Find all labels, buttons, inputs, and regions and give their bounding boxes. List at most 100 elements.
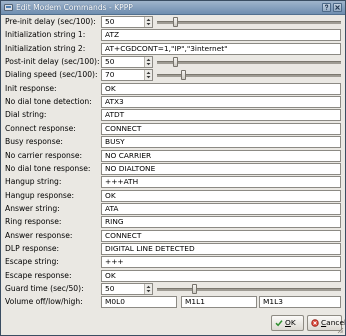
no-dial-tone-detection-label: No dial tone detection: <box>5 97 92 107</box>
guard-time-spinbox[interactable]: 50 <box>101 283 153 295</box>
ok-button[interactable]: OK <box>271 315 304 331</box>
cancel-icon <box>311 319 319 327</box>
resize-grip-icon[interactable] <box>337 327 344 334</box>
initialization-string-1-row: Initialization string 1: ATZ <box>1 29 345 42</box>
busy-response-row: Busy response: BUSY <box>1 136 345 149</box>
busy-response-input[interactable]: BUSY <box>101 136 341 149</box>
dialing-speed-value: 70 <box>105 70 115 80</box>
dial-string-label: Dial string: <box>5 110 47 120</box>
initialization-string-2-label: Initialization string 2: <box>5 43 86 53</box>
answer-response-row: Answer response: CONNECT <box>1 229 345 242</box>
init-response-row: Init response: OK <box>1 82 345 95</box>
answer-response-input[interactable]: CONNECT <box>101 229 341 242</box>
dialing-speed-label: Dialing speed (sec/100): <box>5 70 98 80</box>
volume-off-low-high-input-3[interactable]: M1L3 <box>259 296 341 309</box>
guard-time-slider[interactable] <box>157 284 341 294</box>
connect-response-label: Connect response: <box>5 123 76 133</box>
guard-time-slider-handle[interactable] <box>191 284 197 294</box>
answer-string-label: Answer string: <box>5 203 60 213</box>
hangup-string-label: Hangup string: <box>5 177 62 187</box>
dlp-response-row: DLP response: DIGITAL LINE DETECTED <box>1 242 345 255</box>
edit-modem-commands-dialog: Edit Modem Commands - KPPP Pre-init dela… <box>0 0 346 336</box>
pre-init-delay-slider-handle[interactable] <box>173 17 179 27</box>
help-icon <box>324 4 329 11</box>
dlp-response-input[interactable]: DIGITAL LINE DETECTED <box>101 242 341 255</box>
post-init-delay-slider-handle[interactable] <box>173 57 179 68</box>
init-response-input[interactable]: OK <box>101 82 341 95</box>
escape-response-input[interactable]: OK <box>101 269 341 282</box>
up-down-arrows-icon <box>146 18 151 26</box>
ring-response-input[interactable]: RING <box>101 216 341 229</box>
dialing-speed-row: Dialing speed (sec/100): 70 <box>1 69 345 82</box>
volume-off-low-high-row: Volume off/low/high: M0L0 M1L1 M1L3 <box>1 296 345 309</box>
dialing-speed-slider[interactable] <box>157 70 341 81</box>
initialization-string-1-label: Initialization string 1: <box>5 30 86 40</box>
pre-init-delay-spinbox[interactable]: 50 <box>101 16 153 28</box>
close-icon <box>335 5 340 10</box>
pre-init-delay-value: 50 <box>105 17 115 26</box>
title-bar[interactable]: Edit Modem Commands - KPPP <box>1 1 345 15</box>
pre-init-delay-row: Pre-init delay (sec/100): 50 <box>1 16 345 28</box>
up-down-arrows-icon <box>146 285 151 293</box>
hangup-string-row: Hangup string: +++ATH <box>1 176 345 189</box>
no-carrier-response-row: No carrier response: NO CARRIER <box>1 149 345 162</box>
initialization-string-2-input[interactable]: AT+CGDCONT=1,"IP","3internet" <box>101 42 341 55</box>
connect-response-row: Connect response: CONNECT <box>1 122 345 135</box>
dialog-buttons: OK Cancel <box>1 314 345 332</box>
post-init-delay-spinbox[interactable]: 50 <box>101 56 153 69</box>
spin-arrows-icon[interactable] <box>144 70 152 81</box>
dialing-speed-slider-handle[interactable] <box>180 70 186 81</box>
answer-string-input[interactable]: ATA <box>101 202 341 215</box>
kppp-icon <box>4 4 13 11</box>
help-button[interactable] <box>322 3 331 12</box>
post-init-delay-row: Post-init delay (sec/100): 50 <box>1 56 345 69</box>
dlp-response-label: DLP response: <box>5 243 60 253</box>
busy-response-label: Busy response: <box>5 137 63 147</box>
hangup-response-input[interactable]: OK <box>101 189 341 202</box>
initialization-string-2-row: Initialization string 2: AT+CGDCONT=1,"IP… <box>1 42 345 55</box>
no-carrier-response-input[interactable]: NO CARRIER <box>101 149 341 162</box>
pre-init-delay-slider[interactable] <box>157 17 341 27</box>
volume-off-low-high-input-1[interactable]: M0L0 <box>101 296 177 309</box>
dialing-speed-spinbox[interactable]: 70 <box>101 69 153 82</box>
escape-string-label: Escape string: <box>5 257 59 267</box>
spin-arrows-icon[interactable] <box>144 57 152 68</box>
answer-response-label: Answer response: <box>5 230 73 240</box>
hangup-string-input[interactable]: +++ATH <box>101 176 341 189</box>
window-title: Edit Modem Commands - KPPP <box>16 3 133 12</box>
spin-arrows-icon[interactable] <box>144 17 152 27</box>
close-button[interactable] <box>333 3 342 12</box>
guard-time-value: 50 <box>105 284 115 293</box>
guard-time-label: Guard time (sec/50): <box>5 284 84 293</box>
connect-response-input[interactable]: CONNECT <box>101 122 341 135</box>
hangup-response-label: Hangup response: <box>5 190 75 200</box>
volume-off-low-high-input-2[interactable]: M1L1 <box>181 296 257 309</box>
no-dial-tone-response-input[interactable]: NO DIALTONE <box>101 162 341 175</box>
no-carrier-response-label: No carrier response: <box>5 150 83 160</box>
ring-response-label: Ring response: <box>5 217 62 227</box>
escape-response-label: Escape response: <box>5 270 72 280</box>
escape-string-input[interactable]: +++ <box>101 256 341 269</box>
no-dial-tone-response-row: No dial tone response: NO DIALTONE <box>1 162 345 175</box>
dial-string-input[interactable]: ATDT <box>101 109 341 122</box>
hangup-response-row: Hangup response: OK <box>1 189 345 202</box>
escape-response-row: Escape response: OK <box>1 269 345 282</box>
no-dial-tone-response-label: No dial tone response: <box>5 163 91 173</box>
up-down-arrows-icon <box>146 72 151 79</box>
no-dial-tone-detection-row: No dial tone detection: ATX3 <box>1 96 345 109</box>
post-init-delay-value: 50 <box>105 57 115 67</box>
ring-response-row: Ring response: RING <box>1 216 345 229</box>
no-dial-tone-detection-input[interactable]: ATX3 <box>101 96 341 109</box>
initialization-string-1-input[interactable]: ATZ <box>101 29 341 42</box>
volume-off-low-high-label: Volume off/low/high: <box>5 297 83 307</box>
escape-string-row: Escape string: +++ <box>1 256 345 269</box>
checkmark-icon <box>275 320 283 327</box>
init-response-label: Init response: <box>5 83 57 93</box>
up-down-arrows-icon <box>146 58 151 66</box>
pre-init-delay-label: Pre-init delay (sec/100): <box>5 17 96 26</box>
post-init-delay-label: Post-init delay (sec/100): <box>5 57 99 67</box>
spin-arrows-icon[interactable] <box>144 284 152 294</box>
dial-string-row: Dial string: ATDT <box>1 109 345 122</box>
answer-string-row: Answer string: ATA <box>1 202 345 215</box>
post-init-delay-slider[interactable] <box>157 57 341 68</box>
